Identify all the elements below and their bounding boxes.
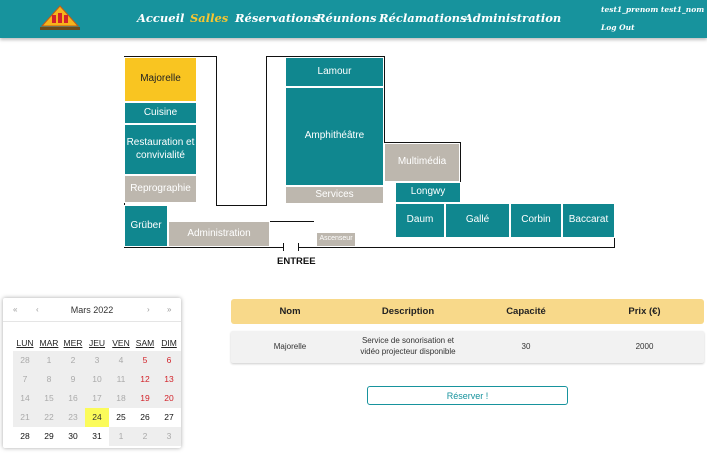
calendar-day[interactable]: 12	[133, 370, 157, 389]
door-mark	[283, 243, 284, 251]
calendar-day[interactable]: 16	[61, 389, 85, 408]
next-year-button[interactable]: »	[167, 305, 171, 314]
calendar-day[interactable]: 2	[133, 427, 157, 446]
calendar-day[interactable]: 1	[37, 351, 61, 370]
calendar-day[interactable]: 28	[13, 351, 37, 370]
room-administration[interactable]: Administration	[168, 221, 270, 247]
cell-description-line1: Service de sonorisation et	[361, 336, 455, 345]
weekday-header: MER	[63, 338, 83, 348]
room-restauration[interactable]: Restauration et convivialité	[124, 124, 197, 175]
cell-description-line2: vidéo projecteur disponible	[360, 347, 456, 356]
calendar-day[interactable]: 10	[85, 370, 109, 389]
weekday-header: SAM	[135, 338, 155, 348]
weekday-header: DIM	[161, 338, 177, 348]
room-reprographie[interactable]: Reprographie	[124, 175, 197, 203]
calendar-day[interactable]: 28	[13, 427, 37, 446]
next-month-button[interactable]: ›	[147, 305, 150, 314]
wall	[216, 205, 267, 206]
calendar-day[interactable]: 30	[61, 427, 85, 446]
calendar-day[interactable]: 17	[85, 389, 109, 408]
nav-reunions[interactable]: Réunions	[316, 11, 376, 25]
room-multimedia[interactable]: Multimédia	[384, 143, 460, 182]
room-cuisine[interactable]: Cuisine	[124, 102, 197, 124]
calendar-header: « ‹ Mars 2022 › »	[3, 298, 181, 322]
room-majorelle[interactable]: Majorelle	[124, 57, 197, 102]
top-navbar: Accueil Salles Réservations Réunions Réc…	[0, 0, 707, 38]
wall	[216, 56, 217, 206]
room-ascenseur[interactable]: Ascenseur	[316, 232, 356, 247]
reserve-button[interactable]: Réserver !	[367, 386, 568, 405]
header-prix: Prix (€)	[628, 306, 661, 317]
calendar-day[interactable]: 19	[133, 389, 157, 408]
calendar-day[interactable]: 31	[85, 427, 109, 446]
nav-reservations[interactable]: Réservations	[235, 11, 318, 25]
wall	[384, 56, 385, 142]
room-longwy[interactable]: Longwy	[395, 182, 461, 203]
wall	[298, 247, 615, 248]
calendar-day[interactable]: 20	[157, 389, 181, 408]
room-lamour[interactable]: Lamour	[285, 57, 384, 87]
header-nom: Nom	[279, 306, 301, 317]
room-services[interactable]: Services	[285, 186, 384, 204]
cell-prix: 2000	[635, 342, 654, 351]
calendar-day[interactable]: 26	[133, 408, 157, 427]
calendar-day[interactable]: 6	[157, 351, 181, 370]
calendar-day[interactable]: 3	[85, 351, 109, 370]
calendar-day[interactable]: 21	[13, 408, 37, 427]
weekday-header: JEU	[88, 338, 106, 348]
logout-link[interactable]: Log Out	[601, 23, 635, 32]
entrance-label: ENTREE	[277, 256, 316, 267]
room-galle[interactable]: Gallé	[445, 203, 510, 238]
nav-salles[interactable]: Salles	[190, 11, 228, 25]
calendar: « ‹ Mars 2022 › » LUN MAR MER JEU VEN SAM DIM 2…	[3, 298, 181, 448]
calendar-day[interactable]: 25	[109, 408, 133, 427]
room-corbin[interactable]: Corbin	[510, 203, 562, 238]
weekday-header: MAR	[39, 338, 59, 348]
calendar-day[interactable]: 3	[157, 427, 181, 446]
calendar-day[interactable]: 24	[85, 408, 109, 427]
wall	[270, 221, 314, 222]
calendar-day[interactable]: 4	[109, 351, 133, 370]
calendar-day[interactable]: 11	[109, 370, 133, 389]
room-gruber[interactable]: Grüber	[124, 205, 168, 247]
room-amphitheatre[interactable]: Amphithéâtre	[285, 87, 384, 186]
user-name[interactable]: test1_prenom test1_nom	[601, 5, 704, 14]
wall	[266, 56, 267, 206]
calendar-day[interactable]: 27	[157, 408, 181, 427]
wall	[124, 247, 284, 248]
nav-reclamations[interactable]: Réclamations	[379, 11, 467, 25]
calendar-day[interactable]: 13	[157, 370, 181, 389]
cell-capacite: 30	[521, 342, 531, 351]
weekday-header: LUN	[16, 338, 34, 348]
calendar-day[interactable]: 2	[61, 351, 85, 370]
room-daum[interactable]: Daum	[395, 203, 445, 238]
logo[interactable]	[38, 4, 82, 32]
calendar-day[interactable]: 22	[37, 408, 61, 427]
calendar-day[interactable]: 23	[61, 408, 85, 427]
calendar-day[interactable]: 14	[13, 389, 37, 408]
header-description: Description	[381, 306, 435, 317]
calendar-day[interactable]: 18	[109, 389, 133, 408]
weekday-header: VEN	[112, 338, 130, 348]
table-row[interactable]: Majorelle Service de sonorisation et vid…	[231, 331, 704, 363]
header-capacite: Capacité	[506, 306, 546, 317]
calendar-day[interactable]: 7	[13, 370, 37, 389]
calendar-day[interactable]: 29	[37, 427, 61, 446]
room-baccarat[interactable]: Baccarat	[562, 203, 615, 238]
calendar-day[interactable]: 9	[61, 370, 85, 389]
nav-accueil[interactable]: Accueil	[137, 11, 184, 25]
calendar-month[interactable]: Mars 2022	[3, 305, 181, 315]
calendar-day[interactable]: 8	[37, 370, 61, 389]
calendar-day[interactable]: 5	[133, 351, 157, 370]
calendar-day[interactable]: 1	[109, 427, 133, 446]
door-mark	[298, 243, 299, 251]
table-header: Nom Description Capacité Prix (€)	[231, 299, 704, 324]
nav-administration[interactable]: Administration	[464, 11, 561, 25]
calendar-day[interactable]: 15	[37, 389, 61, 408]
cell-nom: Majorelle	[273, 342, 307, 351]
